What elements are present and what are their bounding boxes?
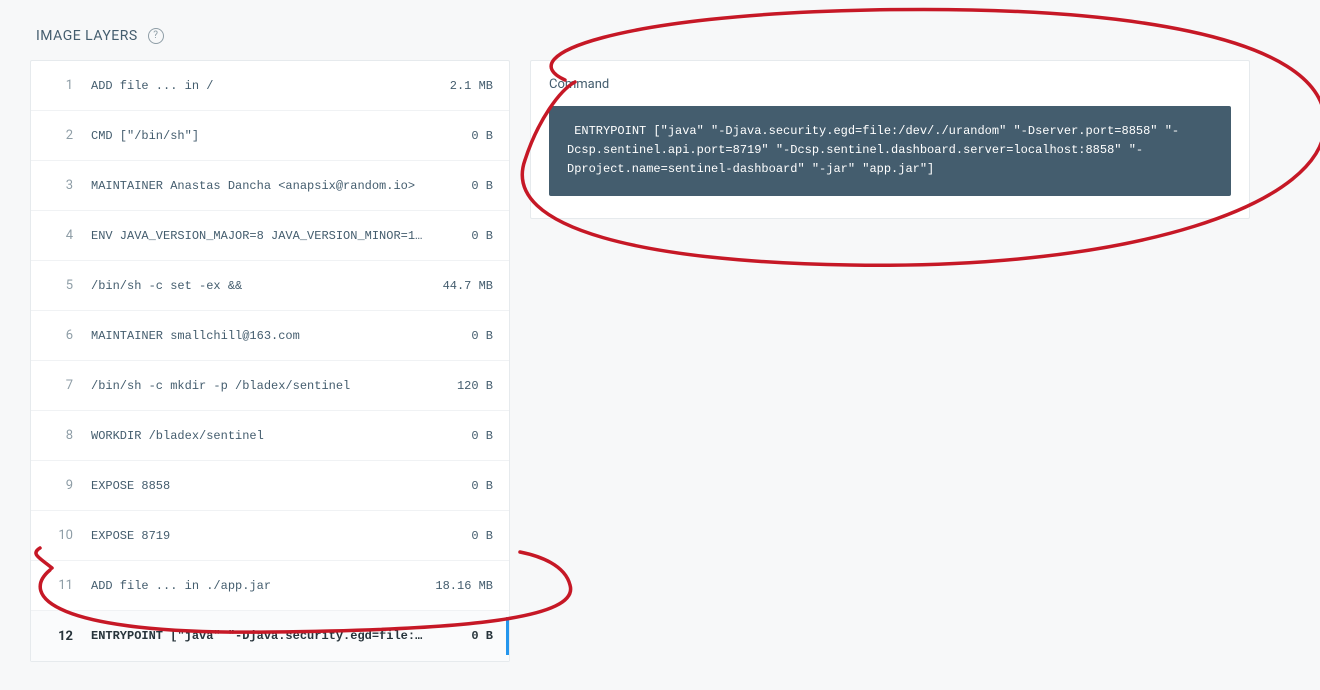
layer-size: 0 B [433,329,493,343]
layer-size: 0 B [433,179,493,193]
layer-row[interactable]: 4 ENV JAVA_VERSION_MAJOR=8 JAVA_VERSION_… [31,211,509,261]
layer-number: 10 [43,528,73,543]
layer-size: 18.16 MB [433,579,493,593]
layer-command-preview: EXPOSE 8719 [91,529,433,543]
layer-command-preview: WORKDIR /bladex/sentinel [91,429,433,443]
layer-number: 3 [43,178,73,193]
layer-row[interactable]: 1 ADD file ... in / 2.1 MB [31,61,509,111]
layer-size: 0 B [433,229,493,243]
layer-size: 0 B [433,629,493,643]
image-layers-heading-row: IMAGE LAYERS ? [36,28,164,44]
layer-size: 0 B [433,429,493,443]
layer-command-preview: EXPOSE 8858 [91,479,433,493]
layer-command-preview: ENV JAVA_VERSION_MAJOR=8 JAVA_VERSION_MI… [91,229,433,243]
layer-detail-panel: Command ENTRYPOINT ["java" "-Djava.secur… [530,60,1250,219]
layer-command-preview: ADD file ... in / [91,79,433,93]
layer-command-preview: /bin/sh -c mkdir -p /bladex/sentinel [91,379,433,393]
layer-row[interactable]: 2 CMD ["/bin/sh"] 0 B [31,111,509,161]
layer-row[interactable]: 12 ENTRYPOINT ["java" "-Djava.security.e… [31,611,509,661]
layer-number: 11 [43,578,73,593]
layer-number: 9 [43,478,73,493]
layer-row[interactable]: 11 ADD file ... in ./app.jar 18.16 MB [31,561,509,611]
layer-number: 8 [43,428,73,443]
help-icon[interactable]: ? [148,28,164,44]
layer-size: 120 B [433,379,493,393]
layer-size: 44.7 MB [433,279,493,293]
layer-size: 0 B [433,479,493,493]
image-layers-heading: IMAGE LAYERS [36,28,138,44]
layer-number: 5 [43,278,73,293]
layer-command-preview: /bin/sh -c set -ex && [91,279,433,293]
layer-command-preview: MAINTAINER Anastas Dancha <anapsix@rando… [91,179,433,193]
command-label: Command [549,77,1231,92]
layer-row[interactable]: 6 MAINTAINER smallchill@163.com 0 B [31,311,509,361]
layer-row[interactable]: 8 WORKDIR /bladex/sentinel 0 B [31,411,509,461]
layer-command-preview: ADD file ... in ./app.jar [91,579,433,593]
command-full: ENTRYPOINT ["java" "-Djava.security.egd=… [549,106,1231,196]
layer-number: 6 [43,328,73,343]
layer-row[interactable]: 9 EXPOSE 8858 0 B [31,461,509,511]
layer-size: 0 B [433,529,493,543]
layers-list: 1 ADD file ... in / 2.1 MB 2 CMD ["/bin/… [30,60,510,662]
layer-command-preview: CMD ["/bin/sh"] [91,129,433,143]
layer-row[interactable]: 3 MAINTAINER Anastas Dancha <anapsix@ran… [31,161,509,211]
layer-number: 2 [43,128,73,143]
layer-size: 2.1 MB [433,79,493,93]
layer-number: 4 [43,228,73,243]
layer-command-preview: MAINTAINER smallchill@163.com [91,329,433,343]
layer-row[interactable]: 10 EXPOSE 8719 0 B [31,511,509,561]
layer-row[interactable]: 5 /bin/sh -c set -ex && 44.7 MB [31,261,509,311]
layer-number: 7 [43,378,73,393]
layer-number: 1 [43,78,73,93]
layer-row[interactable]: 7 /bin/sh -c mkdir -p /bladex/sentinel 1… [31,361,509,411]
layer-number: 12 [43,629,73,644]
layer-command-preview: ENTRYPOINT ["java" "-Djava.security.egd=… [91,629,433,643]
layer-size: 0 B [433,129,493,143]
